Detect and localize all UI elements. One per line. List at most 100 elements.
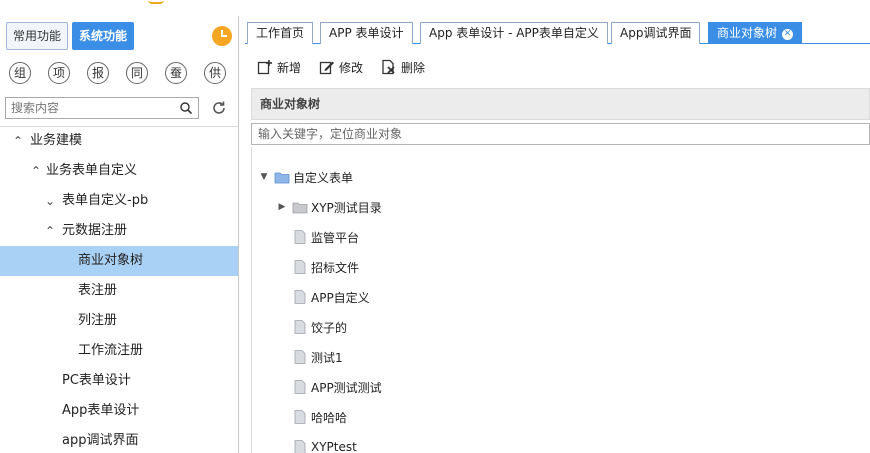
quick-access-item[interactable]: 组 bbox=[9, 62, 31, 84]
tree-item-table-registration[interactable]: 表注册 bbox=[0, 276, 238, 306]
object-search-input[interactable] bbox=[252, 124, 869, 144]
chevron-up-icon[interactable]: ⌃ bbox=[12, 126, 24, 156]
tree-item-business-modeling[interactable]: ⌃ 业务建模 bbox=[0, 126, 238, 156]
tree-node-label: 哈哈哈 bbox=[311, 410, 348, 425]
tree-node-file[interactable]: 招标文件 bbox=[292, 257, 359, 277]
tree-item-label: app调试界面 bbox=[62, 433, 139, 448]
tree-item-label: 业务表单自定义 bbox=[46, 163, 138, 178]
file-icon bbox=[294, 230, 306, 244]
tab-label: App 表单设计 - APP表单自定义 bbox=[429, 26, 599, 40]
nav-tree: ⌃ 业务建模 ⌃ 业务表单自定义 ⌄ 表单自定义-pb ⌃ 元数据注册 商业对象… bbox=[0, 126, 238, 453]
top-strip bbox=[0, 0, 870, 16]
file-icon bbox=[294, 320, 306, 334]
tab-app-form-custom[interactable]: App 表单设计 - APP表单自定义 bbox=[420, 22, 608, 44]
tab-business-object-tree[interactable]: 商业对象树 ✕ bbox=[708, 22, 803, 44]
tree-item-form-custom-pb[interactable]: ⌄ 表单自定义-pb bbox=[0, 186, 238, 216]
file-icon bbox=[294, 410, 306, 424]
add-button[interactable]: 新增 bbox=[257, 56, 301, 78]
tree-item-label: 表单自定义-pb bbox=[62, 193, 149, 208]
caret-right-icon[interactable]: ▶ bbox=[276, 202, 288, 212]
tab-system-functions[interactable]: 系统功能 bbox=[72, 22, 135, 50]
tree-node-label: 饺子的 bbox=[311, 320, 348, 335]
tab-label: 商业对象树 bbox=[717, 26, 778, 40]
tree-item-label: 工作流注册 bbox=[78, 343, 144, 358]
close-icon[interactable]: ✕ bbox=[782, 29, 794, 40]
quick-access-item[interactable]: 蚕 bbox=[165, 62, 187, 84]
tree-item-label: 表注册 bbox=[78, 283, 118, 298]
tree-item-column-registration[interactable]: 列注册 bbox=[0, 306, 238, 336]
edit-button[interactable]: 修改 bbox=[319, 56, 363, 78]
tree-item-app-form-design[interactable]: App表单设计 bbox=[0, 396, 238, 426]
delete-icon bbox=[382, 59, 395, 75]
tree-node-file[interactable]: XYPtest bbox=[292, 437, 357, 453]
tab-home[interactable]: 工作首页 bbox=[247, 22, 314, 44]
tab-label: APP 表单设计 bbox=[329, 26, 404, 40]
tree-item-app-debug[interactable]: app调试界面 bbox=[0, 426, 238, 453]
folder-icon bbox=[292, 202, 308, 214]
tree-item-label: 业务建模 bbox=[30, 133, 83, 148]
tree-node-file[interactable]: APP自定义 bbox=[292, 287, 370, 307]
tree-node-file[interactable]: 测试1 bbox=[292, 347, 343, 367]
chevron-up-icon[interactable]: ⌃ bbox=[30, 156, 42, 186]
tree-node-folder[interactable]: ▶ XYP测试目录 bbox=[276, 197, 382, 217]
object-filter bbox=[251, 123, 870, 145]
tree-item-metadata-registration[interactable]: ⌃ 元数据注册 bbox=[0, 216, 238, 246]
quick-access-item[interactable]: 供 bbox=[204, 62, 226, 84]
chevron-up-icon[interactable]: ⌃ bbox=[44, 216, 56, 246]
delete-button-label: 删除 bbox=[401, 60, 426, 75]
delete-button[interactable]: 删除 bbox=[381, 56, 425, 78]
tree-item-pc-form-design[interactable]: PC表单设计 bbox=[0, 366, 238, 396]
file-icon bbox=[294, 380, 306, 394]
tree-item-workflow-registration[interactable]: 工作流注册 bbox=[0, 336, 238, 366]
logo-mark bbox=[148, 0, 164, 4]
quick-access-item[interactable]: 报 bbox=[87, 62, 109, 84]
tree-node-label: XYPtest bbox=[311, 440, 357, 453]
edit-icon bbox=[319, 61, 335, 75]
add-button-label: 新增 bbox=[277, 60, 302, 75]
tree-item-label: 元数据注册 bbox=[62, 223, 128, 238]
edit-button-label: 修改 bbox=[339, 60, 364, 75]
chevron-down-icon[interactable]: ⌄ bbox=[44, 186, 56, 216]
tree-node-label: XYP测试目录 bbox=[311, 200, 382, 215]
tab-bar: 工作首页 APP 表单设计 App 表单设计 - APP表单自定义 App调试界… bbox=[245, 22, 870, 44]
add-icon bbox=[257, 60, 272, 75]
tree-node-label: APP测试测试 bbox=[311, 380, 382, 395]
tree-item-label: 列注册 bbox=[78, 313, 118, 328]
tab-common-functions[interactable]: 常用功能 bbox=[6, 22, 69, 50]
clock-icon[interactable] bbox=[212, 26, 232, 46]
tree-node-file[interactable]: 饺子的 bbox=[292, 317, 347, 337]
file-icon bbox=[294, 260, 306, 274]
caret-down-icon[interactable]: ▼ bbox=[258, 172, 270, 182]
sidebar-tabs: 常用功能 系统功能 bbox=[6, 22, 135, 50]
tree-item-label: PC表单设计 bbox=[62, 373, 131, 388]
quick-access-item[interactable]: 项 bbox=[48, 62, 70, 84]
tree-item-business-object-tree[interactable]: 商业对象树 bbox=[0, 246, 238, 276]
object-tree: ▼ 自定义表单 ▶ XYP测试目录 监管平台 招标文件 APP自定义 饺子的 测… bbox=[251, 147, 870, 453]
tree-node-root[interactable]: ▼ 自定义表单 bbox=[258, 167, 353, 187]
tree-item-business-form-custom[interactable]: ⌃ 业务表单自定义 bbox=[0, 156, 238, 186]
tree-node-file[interactable]: APP测试测试 bbox=[292, 377, 382, 397]
folder-open-icon bbox=[274, 172, 290, 184]
panel-title: 商业对象树 bbox=[251, 88, 870, 120]
file-icon bbox=[294, 440, 306, 453]
tab-app-form-design[interactable]: APP 表单设计 bbox=[320, 22, 413, 44]
file-icon bbox=[294, 350, 306, 364]
main-content: 工作首页 APP 表单设计 App 表单设计 - APP表单自定义 App调试界… bbox=[245, 16, 870, 453]
tree-node-label: APP自定义 bbox=[311, 290, 370, 305]
search-input[interactable] bbox=[6, 98, 171, 118]
tree-node-label: 监管平台 bbox=[311, 230, 360, 245]
quick-access-bar: 组 项 报 同 蚕 供 bbox=[9, 62, 226, 84]
tab-app-debug[interactable]: App调试界面 bbox=[611, 22, 701, 44]
tree-node-file[interactable]: 哈哈哈 bbox=[292, 407, 347, 427]
app-window: 常用功能 系统功能 组 项 报 同 蚕 供 ⌃ 业务建模 bbox=[0, 0, 870, 453]
refresh-icon[interactable] bbox=[211, 100, 227, 116]
tab-label: 工作首页 bbox=[256, 26, 305, 40]
tree-node-label: 自定义表单 bbox=[293, 170, 354, 185]
tree-node-label: 招标文件 bbox=[311, 260, 360, 275]
quick-access-item[interactable]: 同 bbox=[126, 62, 148, 84]
sidebar-search bbox=[5, 97, 199, 119]
tree-node-file[interactable]: 监管平台 bbox=[292, 227, 359, 247]
tree-node-label: 测试1 bbox=[311, 350, 343, 365]
sidebar: 常用功能 系统功能 组 项 报 同 蚕 供 ⌃ 业务建模 bbox=[0, 16, 239, 453]
search-icon[interactable] bbox=[180, 102, 192, 114]
